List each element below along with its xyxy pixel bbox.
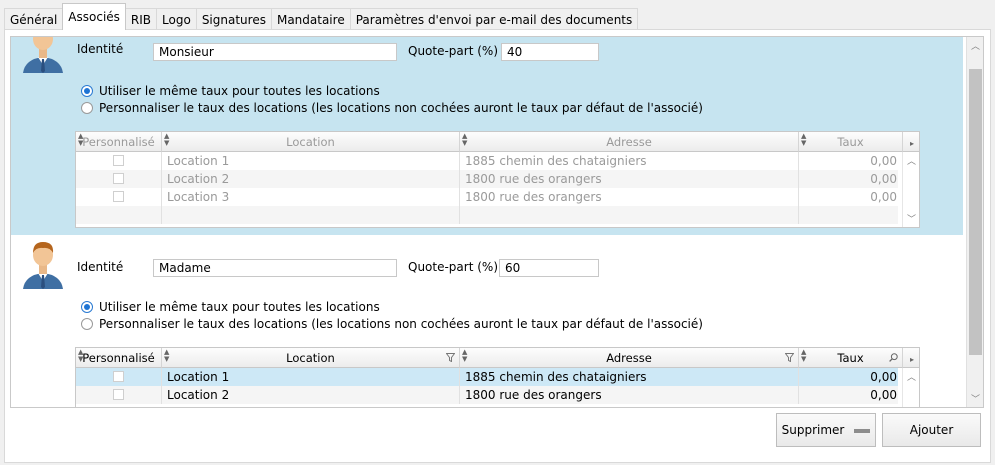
tab-mandataire[interactable]: Mandataire <box>270 8 351 30</box>
location-cell: Location 1 <box>162 368 460 386</box>
location-cell: Location 1 <box>162 152 460 170</box>
chevron-up-icon[interactable]: ︿ <box>967 39 983 52</box>
row-checkbox[interactable] <box>113 371 124 382</box>
quote-part-label: Quote-part (%) <box>408 260 498 274</box>
table-row[interactable]: Location 2 1800 rue des orangers 0,00 <box>76 386 903 404</box>
tab-general[interactable]: Général <box>4 8 64 30</box>
taux-cell: 0,00 <box>799 368 903 386</box>
column-header-location[interactable]: ▲ ▼ Location <box>162 348 460 368</box>
list-scrollbar[interactable]: ︿ ﹀ <box>966 37 983 407</box>
supprimer-button[interactable]: Supprimer <box>776 413 876 447</box>
column-header-adresse[interactable]: ▲ ▼ Adresse <box>460 348 799 368</box>
column-header-personnalise[interactable]: ▲ ▼ Personnalisé <box>76 348 162 368</box>
taux-cell: 0,00 <box>799 170 903 188</box>
supprimer-button-label: Supprimer <box>781 423 845 437</box>
radio-custom-rate-label: Personnaliser le taux des locations (les… <box>99 317 703 331</box>
identite-input[interactable]: Monsieur <box>153 43 397 61</box>
chevron-down-icon[interactable]: ﹀ <box>903 212 919 225</box>
person-avatar-icon <box>23 242 63 289</box>
adresse-cell: 1800 rue des orangers <box>460 386 799 404</box>
search-icon[interactable] <box>889 353 898 362</box>
tab-logo[interactable]: Logo <box>156 8 197 30</box>
scroll-right-icon[interactable]: ▸ <box>903 132 919 152</box>
row-checkbox[interactable] <box>113 389 124 400</box>
tab-parametres-email[interactable]: Paramètres d'envoi par e-mail des docume… <box>349 8 639 30</box>
radio-same-rate-label: Utiliser le même taux pour toutes les lo… <box>99 300 380 314</box>
location-cell: Location 3 <box>162 188 460 206</box>
table-row[interactable]: Location 2 1800 rue des orangers 0,00 <box>76 170 903 188</box>
associate-card[interactable]: Identité Madame Quote-part (%) 60 Utilis… <box>11 235 963 407</box>
grid-scrollbar[interactable]: ︿ <box>902 368 919 407</box>
filter-icon[interactable] <box>785 353 794 362</box>
chevron-up-icon[interactable]: ︿ <box>903 370 919 383</box>
column-header-personnalise[interactable]: ▲ ▼ Personnalisé <box>76 132 162 152</box>
locations-grid[interactable]: ▲ ▼ Personnalisé ▲ ▼ Location ▲ ▼ Adresse ▲ ▼ Ta… <box>75 131 920 228</box>
radio-button[interactable] <box>81 102 93 114</box>
scroll-right-icon[interactable]: ▸ <box>903 348 919 368</box>
table-row-empty <box>76 206 903 224</box>
chevron-down-icon[interactable]: ﹀ <box>967 392 983 405</box>
radio-same-rate-label: Utiliser le même taux pour toutes les lo… <box>99 84 380 98</box>
taux-cell: 0,00 <box>799 152 903 170</box>
column-header-location[interactable]: ▲ ▼ Location <box>162 132 460 152</box>
radio-button[interactable] <box>81 85 93 97</box>
associates-list[interactable]: Identité Monsieur Quote-part (%) 40 Util… <box>10 36 984 408</box>
adresse-cell: 1885 chemin des chataigniers <box>460 368 799 386</box>
quote-part-input[interactable]: 60 <box>499 259 599 277</box>
taux-cell: 0,00 <box>799 386 903 404</box>
ajouter-button-label: Ajouter <box>909 423 954 437</box>
adresse-cell: 1800 rue des orangers <box>460 188 799 206</box>
radio-same-rate[interactable]: Utiliser le même taux pour toutes les lo… <box>81 84 380 98</box>
location-cell: Location 2 <box>162 386 460 404</box>
adresse-cell: 1800 rue des orangers <box>460 170 799 188</box>
person-avatar-icon <box>23 37 63 73</box>
adresse-cell: 1885 chemin des chataigniers <box>460 152 799 170</box>
column-header-taux[interactable]: ▲ ▼ Taux <box>799 132 903 152</box>
table-row[interactable]: Location 1 1885 chemin des chataigniers … <box>76 368 903 386</box>
identite-label: Identité <box>77 42 124 56</box>
ajouter-button[interactable]: Ajouter <box>882 413 981 447</box>
tab-associes[interactable]: Associés <box>62 3 126 30</box>
row-checkbox[interactable] <box>113 191 124 202</box>
row-checkbox[interactable] <box>113 155 124 166</box>
radio-button[interactable] <box>81 318 93 330</box>
chevron-up-icon[interactable]: ︿ <box>903 154 919 167</box>
tab-signatures[interactable]: Signatures <box>195 8 272 30</box>
table-row[interactable]: Location 3 1800 rue des orangers 0,00 <box>76 188 903 206</box>
location-cell: Location 2 <box>162 170 460 188</box>
filter-icon[interactable] <box>446 353 455 362</box>
scrollbar-thumb[interactable] <box>969 69 982 355</box>
grid-scrollbar[interactable]: ︿ ﹀ <box>902 152 919 227</box>
taux-cell: 0,00 <box>799 188 903 206</box>
quote-part-input[interactable]: 40 <box>501 43 599 61</box>
column-header-adresse[interactable]: ▲ ▼ Adresse <box>460 132 799 152</box>
radio-same-rate[interactable]: Utiliser le même taux pour toutes les lo… <box>81 300 380 314</box>
identite-input[interactable]: Madame <box>153 259 397 277</box>
table-row[interactable]: Location 1 1885 chemin des chataigniers … <box>76 152 903 170</box>
locations-grid[interactable]: ▲ ▼ Personnalisé ▲ ▼ Location ▲ ▼ Adresse ▲ ▼ Ta… <box>75 347 920 407</box>
radio-custom-rate-label: Personnaliser le taux des locations (les… <box>99 101 703 115</box>
radio-custom-rate[interactable]: Personnaliser le taux des locations (les… <box>81 317 703 331</box>
tab-rib[interactable]: RIB <box>124 8 158 30</box>
tab-bar: Général Associés RIB Logo Signatures Man… <box>4 3 639 30</box>
quote-part-label: Quote-part (%) <box>408 44 498 58</box>
row-checkbox[interactable] <box>113 173 124 184</box>
radio-button[interactable] <box>81 301 93 313</box>
column-header-taux[interactable]: ▲ ▼ Taux <box>799 348 903 368</box>
radio-custom-rate[interactable]: Personnaliser le taux des locations (les… <box>81 101 703 115</box>
associate-card[interactable]: Identité Monsieur Quote-part (%) 40 Util… <box>11 37 963 235</box>
minus-icon <box>854 428 871 433</box>
identite-label: Identité <box>77 260 124 274</box>
